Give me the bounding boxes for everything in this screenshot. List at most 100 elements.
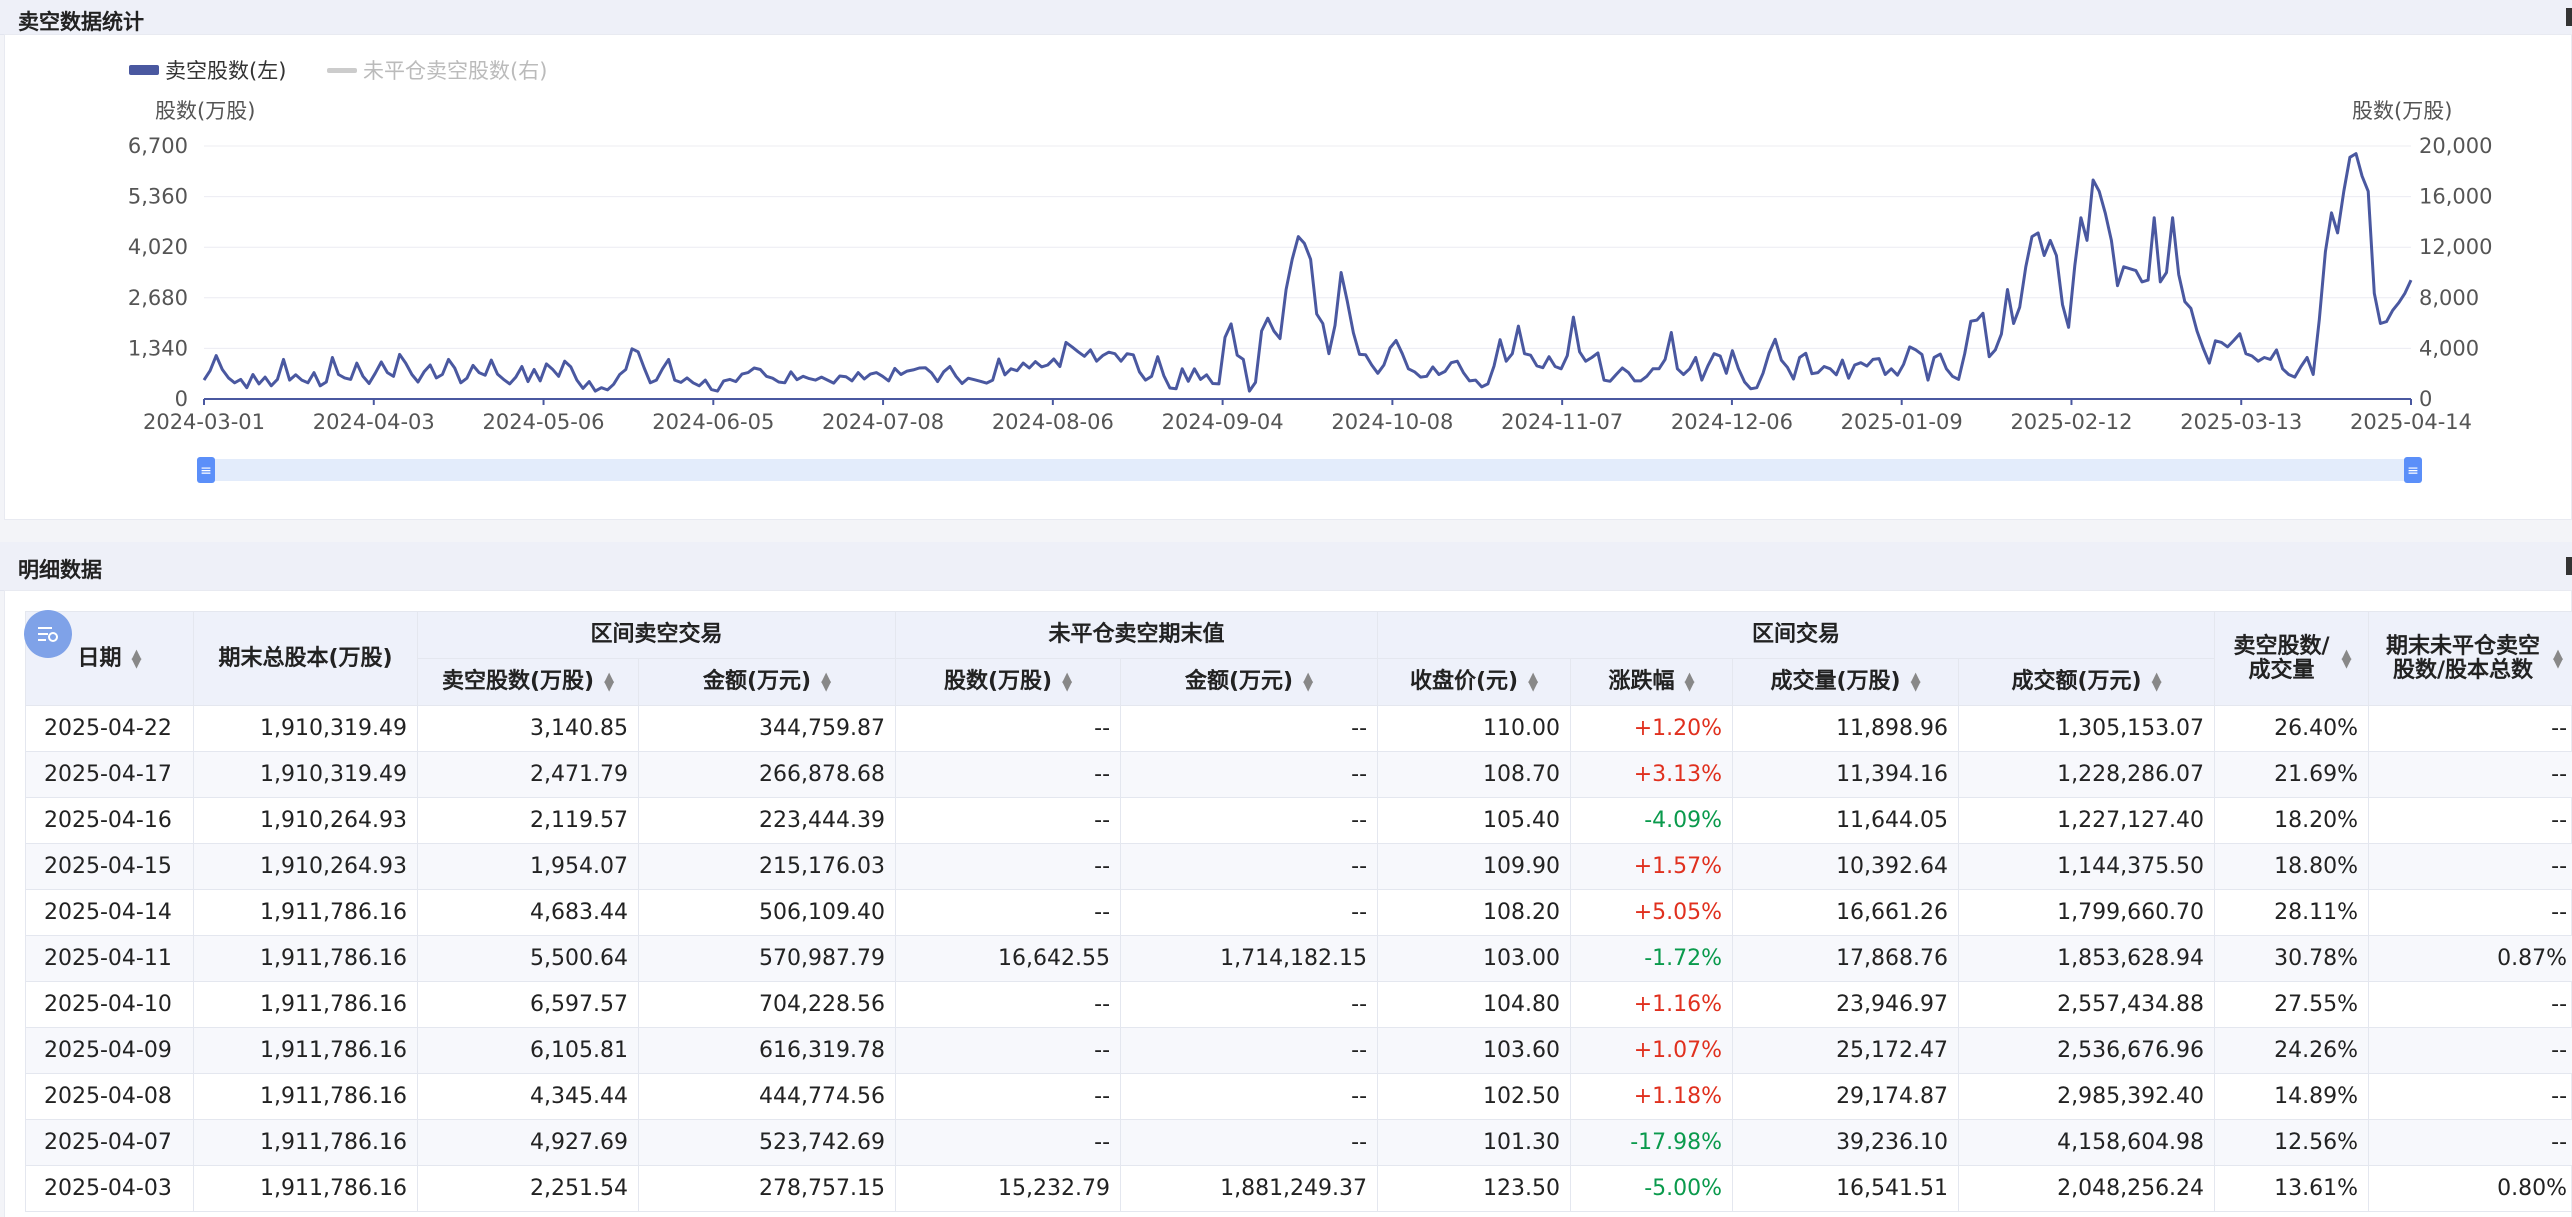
cell-volume: 16,661.26 [1732, 889, 1960, 936]
y-right-tick-label: 12,000 [2419, 235, 2492, 259]
cell-short-amount: 570,987.79 [637, 935, 897, 982]
cell-open-shares: -- [895, 797, 1122, 844]
sort-icon[interactable]: ▲ ▼ [2342, 648, 2352, 670]
cell-date: 2025-04-09 [25, 1027, 194, 1074]
cell-open-amount: -- [1120, 981, 1379, 1028]
detail-table-panel: 日期 ▲ ▼ 期末总股本(万股) 区间卖空交易 未平仓卖空期末值 区间交易 卖空股数… [4, 590, 2572, 1217]
sort-icon[interactable]: ▲ ▼ [1911, 671, 1921, 693]
cell-close: 104.80 [1377, 981, 1572, 1028]
col-header-turnover[interactable]: 成交额(万元) ▲ ▼ [1958, 658, 2216, 706]
cell-turnover: 4,158,604.98 [1958, 1119, 2216, 1166]
cell-close: 123.50 [1377, 1165, 1572, 1212]
col-header-change[interactable]: 涨跌幅 ▲ ▼ [1570, 658, 1734, 706]
cell-open-shares: 16,642.55 [895, 935, 1122, 982]
x-tick-label: 2024-12-06 [1671, 410, 1793, 434]
zoom-start-grip-icon: ≡ [200, 463, 212, 479]
sort-icon[interactable]: ▲ ▼ [1062, 671, 1072, 693]
sort-icon[interactable]: ▲ ▼ [1528, 671, 1538, 693]
x-tick-label: 2024-09-04 [1162, 410, 1284, 434]
cell-open-amount: -- [1120, 1073, 1379, 1120]
group-header-trading: 区间交易 [1377, 611, 2216, 659]
cell-total: 1,910,319.49 [193, 751, 418, 798]
table-row[interactable]: 2025-04-08 1,911,786.16 4,345.44 444,774.56… [25, 1073, 2572, 1120]
col-header-volume[interactable]: 成交量(万股) ▲ ▼ [1732, 658, 1960, 706]
cell-open-amount: -- [1120, 797, 1379, 844]
cell-change: -1.72% [1570, 935, 1734, 982]
cell-open-ratio: -- [2368, 1119, 2572, 1166]
col-header-open-amount[interactable]: 金额(万元) ▲ ▼ [1120, 658, 1379, 706]
collapse-handle-icon[interactable] [2566, 557, 2572, 575]
zoom-slider-track[interactable] [204, 459, 2411, 481]
table-row[interactable]: 2025-04-17 1,910,319.49 2,471.79 266,878.68… [25, 751, 2572, 798]
cell-date: 2025-04-22 [25, 705, 194, 752]
cell-open-amount: -- [1120, 1119, 1379, 1166]
cell-volume: 23,946.97 [1732, 981, 1960, 1028]
cell-date: 2025-04-16 [25, 797, 194, 844]
col-header-open-shares[interactable]: 股数(万股) ▲ ▼ [895, 658, 1122, 706]
short-selling-chart-panel: 卖空股数(左) 未平仓卖空股数(右) 股数(万股) 股数(万股) 6,700 5,… [4, 34, 2572, 520]
y-axis-left-label: 股数(万股) [155, 99, 255, 123]
table-row[interactable]: 2025-04-16 1,910,264.93 2,119.57 223,444.39… [25, 797, 2572, 844]
sort-icon[interactable]: ▲ ▼ [1685, 671, 1695, 693]
cell-ratio: 18.20% [2214, 797, 2370, 844]
cell-short-amount: 266,878.68 [637, 751, 897, 798]
cell-change: +1.07% [1570, 1027, 1734, 1074]
cell-turnover: 1,227,127.40 [1958, 797, 2216, 844]
cell-ratio: 27.55% [2214, 981, 2370, 1028]
cell-open-ratio: -- [2368, 843, 2572, 890]
cell-total: 1,910,264.93 [193, 843, 418, 890]
cell-turnover: 2,985,392.40 [1958, 1073, 2216, 1120]
cell-total: 1,910,264.93 [193, 797, 418, 844]
cell-turnover: 2,536,676.96 [1958, 1027, 2216, 1074]
cell-open-amount: -- [1120, 889, 1379, 936]
table-section-title: 明细数据 [18, 558, 102, 582]
cell-volume: 11,644.05 [1732, 797, 1960, 844]
table-row[interactable]: 2025-04-11 1,911,786.16 5,500.64 570,987.79… [25, 935, 2572, 982]
table-filter-icon[interactable] [24, 610, 72, 658]
cell-total: 1,911,786.16 [193, 1165, 418, 1212]
y-right-tick-label: 20,000 [2419, 134, 2492, 158]
sort-icon[interactable]: ▲ ▼ [2553, 648, 2563, 670]
cell-close: 108.70 [1377, 751, 1572, 798]
cell-change: +1.16% [1570, 981, 1734, 1028]
group-header-short-trade: 区间卖空交易 [416, 611, 897, 659]
sort-icon[interactable]: ▲ ▼ [132, 648, 142, 670]
collapse-handle-icon[interactable] [2566, 8, 2572, 26]
cell-short-shares: 4,345.44 [417, 1073, 639, 1120]
cell-total: 1,911,786.16 [193, 1119, 418, 1166]
table-row[interactable]: 2025-04-07 1,911,786.16 4,927.69 523,742.69… [25, 1119, 2572, 1166]
cell-open-ratio: -- [2368, 981, 2572, 1028]
col-header-short-amount[interactable]: 金额(万元) ▲ ▼ [637, 658, 897, 706]
table-row[interactable]: 2025-04-03 1,911,786.16 2,251.54 278,757.15… [25, 1165, 2572, 1212]
cell-date: 2025-04-08 [25, 1073, 194, 1120]
table-row[interactable]: 2025-04-14 1,911,786.16 4,683.44 506,109.40… [25, 889, 2572, 936]
cell-short-shares: 3,140.85 [417, 705, 639, 752]
cell-open-shares: -- [895, 843, 1122, 890]
col-header-close[interactable]: 收盘价(元) ▲ ▼ [1377, 658, 1572, 706]
cell-close: 103.60 [1377, 1027, 1572, 1074]
sort-icon[interactable]: ▲ ▼ [604, 671, 614, 693]
col-header-open-ratio[interactable]: 期末未平仓卖空股数/股本总数 ▲ ▼ [2368, 611, 2572, 706]
cell-open-shares: -- [895, 1027, 1122, 1074]
col-header-short-shares[interactable]: 卖空股数(万股) ▲ ▼ [417, 658, 639, 706]
x-tick-label: 2025-01-09 [1841, 410, 1963, 434]
cell-turnover: 1,228,286.07 [1958, 751, 2216, 798]
col-header-short-ratio[interactable]: 卖空股数/成交量 ▲ ▼ [2214, 611, 2370, 706]
y-right-tick-label: 4,000 [2419, 336, 2479, 360]
sort-icon[interactable]: ▲ ▼ [2152, 671, 2162, 693]
cell-volume: 11,898.96 [1732, 705, 1960, 752]
sort-icon[interactable]: ▲ ▼ [821, 671, 831, 693]
x-tick-label: 2024-03-01 [143, 410, 265, 434]
table-row[interactable]: 2025-04-09 1,911,786.16 6,105.81 616,319.78… [25, 1027, 2572, 1074]
zoom-slider[interactable]: ≡ ≡ [197, 457, 2422, 483]
cell-ratio: 12.56% [2214, 1119, 2370, 1166]
line-chart: 股数(万股) 股数(万股) 6,700 5,360 4,020 2,680 1,340 0… [128, 99, 2492, 483]
table-row[interactable]: 2025-04-10 1,911,786.16 6,597.57 704,228.56… [25, 981, 2572, 1028]
x-tick-label: 2024-05-06 [483, 410, 605, 434]
cell-open-shares: -- [895, 705, 1122, 752]
cell-close: 109.90 [1377, 843, 1572, 890]
table-row[interactable]: 2025-04-22 1,910,319.49 3,140.85 344,759.87… [25, 705, 2572, 752]
table-row[interactable]: 2025-04-15 1,910,264.93 1,954.07 215,176.03… [25, 843, 2572, 890]
sort-icon[interactable]: ▲ ▼ [1303, 671, 1313, 693]
cell-ratio: 26.40% [2214, 705, 2370, 752]
